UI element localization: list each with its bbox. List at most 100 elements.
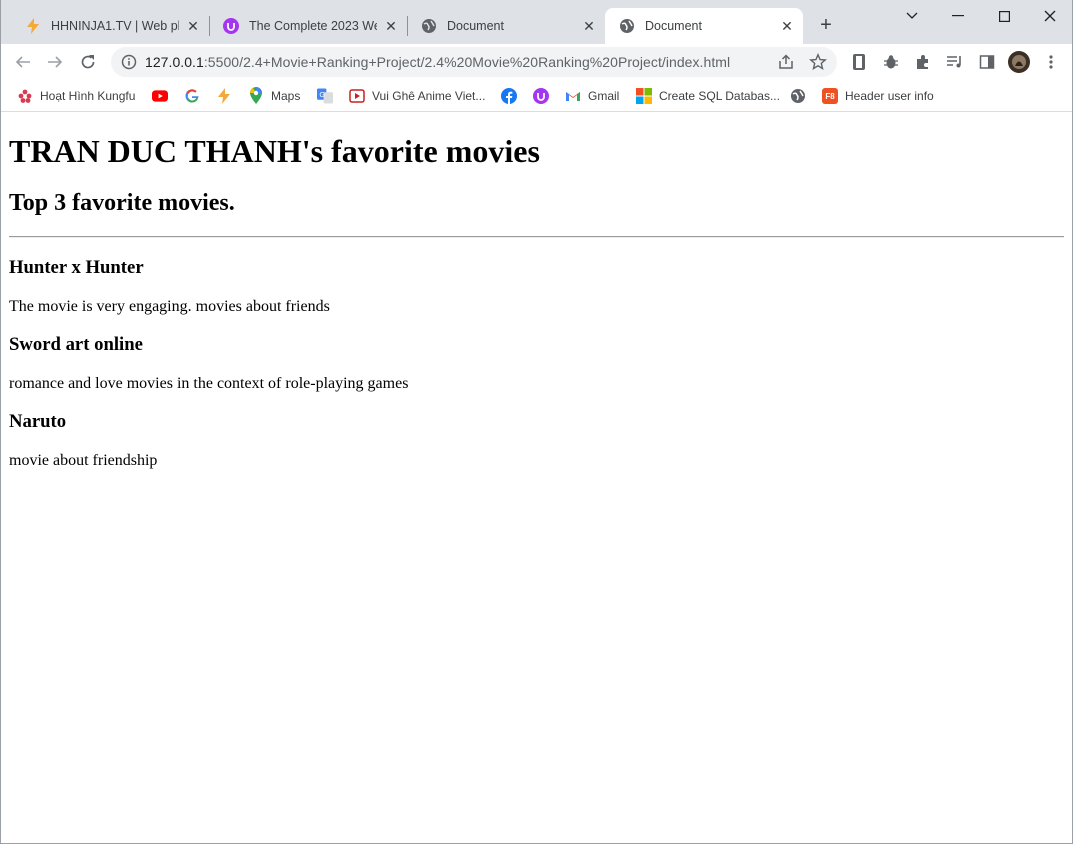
- divider: [9, 236, 1064, 238]
- reload-button[interactable]: [76, 50, 100, 74]
- bookmark-label: Vui Ghê Anime Viet...: [372, 89, 486, 103]
- movie-title: Sword art online: [9, 334, 143, 355]
- close-icon: [1044, 10, 1056, 22]
- profile-button[interactable]: [1007, 50, 1031, 74]
- movie-description: movie about friendship: [9, 452, 158, 469]
- tab-strip: HHNINJA1.TV | Web phim ✕ The Complete 20…: [1, 0, 1072, 44]
- playlist-icon: [947, 56, 961, 68]
- extension-button[interactable]: [847, 50, 871, 74]
- avatar: [1008, 51, 1030, 73]
- minimize-button[interactable]: [943, 4, 973, 28]
- microsoft-icon: [636, 88, 652, 104]
- url-text: 127.0.0.1:5500/2.4+Movie+Ranking+Project…: [145, 54, 730, 70]
- facebook-icon: [501, 88, 517, 104]
- udemy-icon: [533, 88, 549, 104]
- bookmark-translate[interactable]: G: [317, 86, 340, 106]
- bookmark-create-sql[interactable]: Create SQL Databas...: [636, 86, 780, 106]
- tab-title: Document: [645, 19, 702, 33]
- lightning-icon: [25, 18, 41, 34]
- new-tab-button[interactable]: +: [815, 14, 837, 36]
- arrow-right-icon: [48, 56, 63, 68]
- tab-title: The Complete 2023 Web: [249, 19, 377, 33]
- translate-icon: G: [317, 88, 333, 104]
- maximize-button[interactable]: [989, 4, 1019, 28]
- side-panel-icon: [979, 55, 995, 69]
- info-icon[interactable]: [121, 54, 137, 75]
- tab-title: Document: [447, 19, 504, 33]
- close-icon[interactable]: ✕: [185, 18, 201, 34]
- udemy-icon: [223, 18, 239, 34]
- bookmark-hoat-hinh[interactable]: Hoạt Hình Kungfu: [17, 86, 135, 106]
- maps-icon: [248, 87, 264, 104]
- bookmark-gmail[interactable]: Gmail: [565, 86, 619, 106]
- star-icon[interactable]: [809, 53, 827, 76]
- close-window-button[interactable]: [1035, 4, 1065, 28]
- bug-icon: [884, 55, 898, 69]
- minimize-icon: [952, 15, 964, 17]
- movie-title: Hunter x Hunter: [9, 257, 144, 278]
- bookmark-label: Header user info: [845, 89, 934, 103]
- movie-item: Naruto movie about friendship: [9, 411, 1064, 470]
- bookmark-header-user-info[interactable]: F8 Header user info: [822, 86, 934, 106]
- movie-description: The movie is very engaging. movies about…: [9, 298, 330, 315]
- lightning-icon: [216, 88, 232, 104]
- page-title: TRAN DUC THANH's favorite movies: [9, 133, 540, 169]
- f8-icon: F8: [822, 88, 838, 104]
- bookmark-lightning[interactable]: [216, 86, 239, 106]
- youtube-icon: [152, 88, 168, 104]
- gmail-icon: [565, 88, 581, 104]
- tab-udemy[interactable]: The Complete 2023 Web ✕: [209, 8, 407, 44]
- close-icon[interactable]: ✕: [383, 18, 399, 34]
- bookmark-udemy[interactable]: [533, 86, 556, 106]
- bookmark-vui-ghe[interactable]: Vui Ghê Anime Viet...: [349, 86, 485, 106]
- puzzle-icon: [917, 55, 928, 69]
- video-icon: [349, 88, 365, 104]
- tab-title: HHNINJA1.TV | Web phim: [51, 19, 179, 33]
- globe-icon: [421, 18, 437, 34]
- back-button[interactable]: [11, 50, 35, 74]
- bookmark-label: Create SQL Databas...: [659, 89, 780, 103]
- close-icon[interactable]: ✕: [581, 18, 597, 34]
- close-icon[interactable]: ✕: [779, 18, 795, 34]
- url-path: :5500/2.4+Movie+Ranking+Project/2.4%20Mo…: [203, 54, 731, 70]
- bookmark-youtube[interactable]: [152, 86, 175, 106]
- globe-icon: [619, 18, 635, 34]
- bookmark-label: Hoạt Hình Kungfu: [40, 89, 136, 103]
- tab-document[interactable]: Document ✕: [407, 8, 605, 44]
- page-content: TRAN DUC THANH's favorite movies Top 3 f…: [1, 133, 1072, 470]
- tab-document-active[interactable]: Document ✕: [605, 8, 803, 44]
- chevron-down-icon: [906, 12, 918, 19]
- browser-toolbar: 127.0.0.1:5500/2.4+Movie+Ranking+Project…: [1, 44, 1072, 80]
- movie-description: romance and love movies in the context o…: [9, 375, 409, 392]
- reload-icon: [81, 55, 95, 69]
- f8-badge-text: F8: [822, 88, 838, 104]
- movie-item: Hunter x Hunter The movie is very engagi…: [9, 257, 1064, 316]
- address-bar[interactable]: 127.0.0.1:5500/2.4+Movie+Ranking+Project…: [111, 47, 837, 77]
- arrow-left-icon: [15, 56, 30, 68]
- bookmark-google[interactable]: [184, 86, 207, 106]
- extension-button[interactable]: [879, 50, 903, 74]
- google-icon: [184, 88, 200, 104]
- bookmark-label: Gmail: [588, 89, 620, 103]
- url-host: 127.0.0.1: [145, 54, 204, 70]
- bookmark-facebook[interactable]: [501, 86, 524, 106]
- movie-item: Sword art online romance and love movies…: [9, 334, 1064, 393]
- bookmark-globe[interactable]: [790, 86, 813, 106]
- side-panel-button[interactable]: [975, 50, 999, 74]
- menu-button[interactable]: [1039, 50, 1063, 74]
- globe-icon: [790, 88, 806, 104]
- forward-button[interactable]: [43, 50, 67, 74]
- movie-title: Naruto: [9, 411, 67, 432]
- extensions-button[interactable]: [911, 50, 935, 74]
- maximize-icon: [998, 10, 1010, 22]
- tab-hhninja[interactable]: HHNINJA1.TV | Web phim ✕: [11, 8, 209, 44]
- tab-search-button[interactable]: [897, 4, 927, 28]
- phone-icon: [853, 54, 865, 70]
- bookmark-label: Maps: [271, 89, 301, 103]
- media-button[interactable]: [943, 50, 967, 74]
- svg-text:G: G: [319, 90, 325, 99]
- bookmark-maps[interactable]: Maps: [248, 86, 300, 106]
- bookmarks-bar: Hoạt Hình Kungfu Maps G Vui Ghê Anime Vi…: [1, 80, 1072, 112]
- share-icon[interactable]: [777, 53, 795, 76]
- flower-icon: [17, 88, 33, 104]
